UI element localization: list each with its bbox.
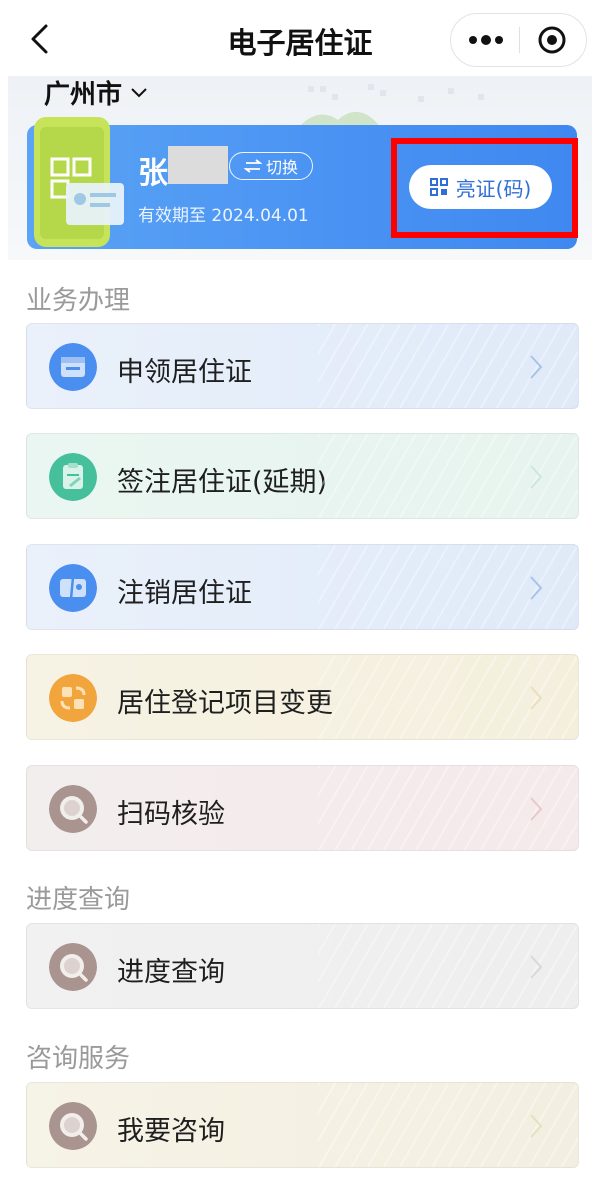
list-item-consult[interactable]: 我要咨询 — [26, 1082, 579, 1168]
item-label: 居住登记项目变更 — [117, 688, 333, 719]
city-selector[interactable]: 广州市 — [44, 74, 148, 111]
navigation-bar: 电子居住证 — [0, 0, 600, 78]
more-button[interactable] — [451, 14, 519, 65]
chevron-right-icon — [530, 355, 543, 379]
item-label: 申领居住证 — [117, 357, 252, 388]
mini-program-capsule — [450, 13, 587, 67]
exchange-icon — [49, 674, 97, 722]
city-name: 广州市 — [44, 80, 123, 110]
switch-label: 切换 — [265, 158, 298, 177]
validity-date: 有效期至 2024.04.01 — [138, 206, 309, 226]
chevron-right-icon — [530, 797, 543, 821]
clipboard-edit-icon — [49, 453, 97, 501]
search-icon — [49, 943, 97, 991]
swap-arrows-icon — [243, 159, 262, 173]
close-button[interactable] — [520, 14, 586, 65]
name-redaction — [168, 146, 228, 184]
target-circle-icon — [538, 26, 566, 54]
section-business-title: 业务办理 — [26, 286, 131, 316]
card-illustration-icon — [34, 117, 124, 247]
section-progress-title: 进度查询 — [26, 885, 131, 915]
holder-name: 张 — [138, 156, 168, 191]
id-card-icon — [49, 343, 97, 391]
list-item-apply-permit[interactable]: 申领居住证 — [26, 323, 579, 409]
switch-button[interactable]: 切换 — [229, 152, 313, 180]
section-consult-title: 咨询服务 — [26, 1044, 131, 1074]
chevron-right-icon — [530, 465, 543, 489]
list-item-scan-verify[interactable]: 扫码核验 — [26, 765, 579, 851]
highlight-annotation-box — [391, 138, 578, 238]
list-item-cancel-permit[interactable]: 注销居住证 — [26, 544, 579, 630]
item-label: 签注居住证(延期) — [117, 467, 328, 498]
more-dots-icon — [469, 35, 503, 45]
list-item-progress-query[interactable]: 进度查询 — [26, 923, 579, 1009]
list-item-endorse-permit[interactable]: 签注居住证(延期) — [26, 433, 579, 519]
chevron-right-icon — [530, 686, 543, 710]
search-icon — [49, 785, 97, 833]
chevron-right-icon — [530, 1114, 543, 1138]
chevron-right-icon — [530, 955, 543, 979]
item-label: 我要咨询 — [117, 1116, 225, 1147]
search-icon — [49, 1102, 97, 1150]
item-label: 注销居住证 — [117, 578, 252, 609]
chevron-down-icon — [131, 87, 147, 97]
list-item-change-registration[interactable]: 居住登记项目变更 — [26, 654, 579, 740]
item-label: 扫码核验 — [117, 799, 225, 830]
item-label: 进度查询 — [117, 957, 225, 988]
cancel-card-icon — [49, 564, 97, 612]
chevron-right-icon — [530, 576, 543, 600]
